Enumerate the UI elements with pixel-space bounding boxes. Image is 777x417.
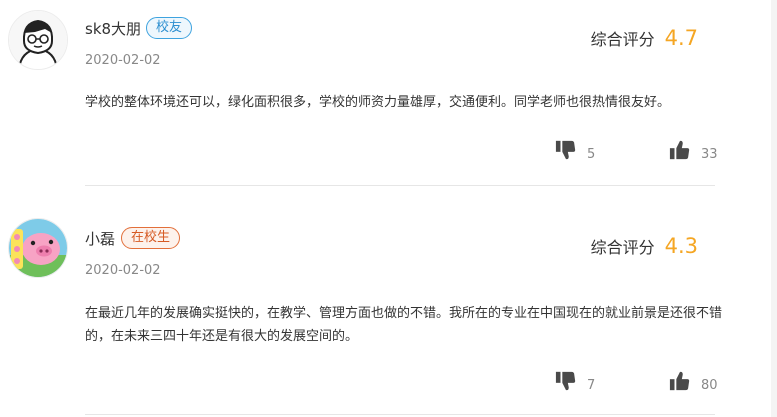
rating-value: 4.7 <box>664 26 698 50</box>
dislike-count: 5 <box>587 147 596 162</box>
avatar[interactable] <box>8 218 68 278</box>
divider <box>85 414 715 415</box>
role-badge: 校友 <box>146 17 193 39</box>
thumbs-down-icon <box>555 371 576 390</box>
review-date: 2020-02-02 <box>85 263 161 278</box>
role-badge: 在校生 <box>121 227 181 249</box>
like-count: 80 <box>701 378 718 393</box>
thumbs-up-icon <box>669 371 690 390</box>
rating-label: 综合评分 <box>590 238 655 257</box>
like-button[interactable]: 80 <box>669 368 718 393</box>
like-count: 33 <box>701 147 718 162</box>
rating-label: 综合评分 <box>590 30 655 49</box>
dislike-count: 7 <box>587 378 596 393</box>
review-item: 小磊 在校生 2020-02-02 综合评分 4.3 在最近几年的发展确实挺快的… <box>0 186 760 417</box>
like-button[interactable]: 33 <box>669 137 718 162</box>
thumbs-up-icon <box>669 140 690 159</box>
review-content: 学校的整体环境还可以，绿化面积很多，学校的师资力量雄厚，交通便利。同学老师也很热… <box>85 95 671 110</box>
scrollbar[interactable] <box>771 0 777 417</box>
thumbs-down-icon <box>555 140 576 159</box>
overall-rating: 综合评分 4.3 <box>591 234 698 258</box>
dislike-button[interactable]: 5 <box>555 137 595 162</box>
username[interactable]: 小磊 <box>85 228 115 249</box>
sketch-face-avatar-icon <box>9 11 67 69</box>
review-date: 2020-02-02 <box>85 53 161 68</box>
rating-value: 4.3 <box>664 234 698 258</box>
avatar[interactable] <box>8 10 68 70</box>
review-content: 在最近几年的发展确实挺快的，在教学、管理方面也做的不错。我所在的专业在中国现在的… <box>85 306 723 344</box>
pink-pig-avatar-icon <box>9 219 67 277</box>
review-item: sk8大朋 校友 2020-02-02 综合评分 4.7 学校的整体环境还可以，… <box>0 0 760 186</box>
dislike-button[interactable]: 7 <box>555 368 595 393</box>
username[interactable]: sk8大朋 <box>85 18 141 39</box>
overall-rating: 综合评分 4.7 <box>591 26 698 50</box>
